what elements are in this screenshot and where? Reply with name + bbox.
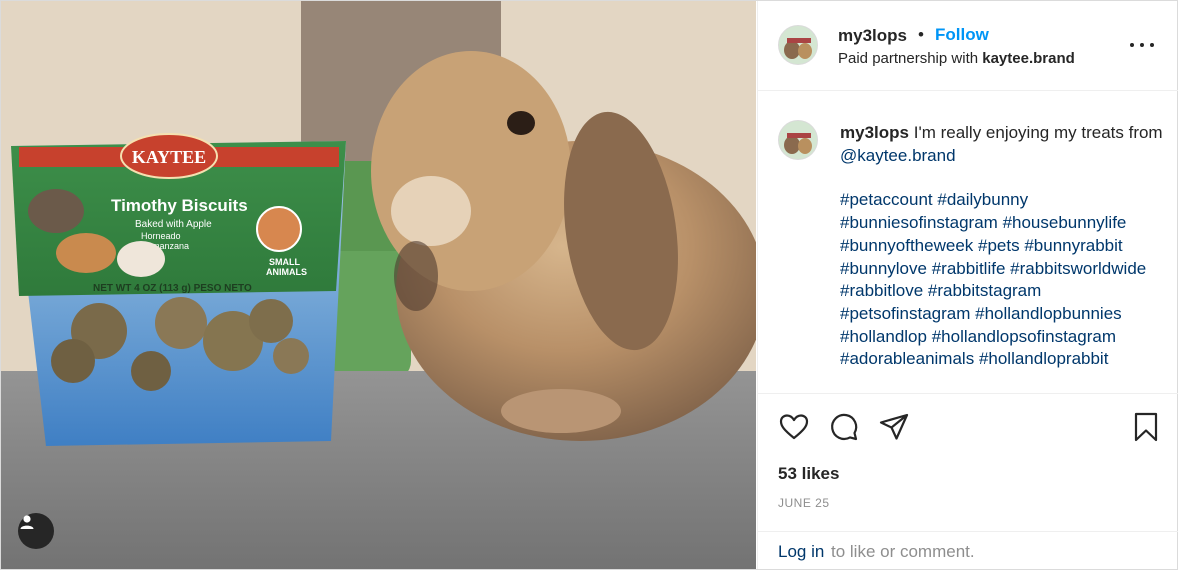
post-username[interactable]: my3lops <box>838 26 907 46</box>
treat-bag: KAYTEE Timothy Biscuits Baked with Apple… <box>11 133 346 446</box>
hashtag-link[interactable]: #bunnylove <box>840 259 927 278</box>
hashtag-link[interactable]: #hollandlopbunnies <box>975 304 1122 323</box>
user-tags-button[interactable] <box>18 513 54 549</box>
hashtag-link[interactable]: #rabbitlove <box>840 281 923 300</box>
hashtag-link[interactable]: #pets <box>978 236 1020 255</box>
post-caption: my3lops I'm really enjoying my treats fr… <box>758 92 1178 392</box>
login-prompt: Log in to like or comment. <box>758 531 1178 569</box>
user-tags-icon <box>20 515 34 529</box>
avatar[interactable] <box>778 25 818 65</box>
caption-avatar-image <box>779 121 817 159</box>
more-options-icon[interactable] <box>1128 35 1156 55</box>
post-photo[interactable]: KAYTEE Timothy Biscuits Baked with Apple… <box>1 1 756 569</box>
caption-avatar[interactable] <box>778 120 818 160</box>
bag-product-sub-es1: Horneado <box>141 231 181 241</box>
hashtag-link[interactable]: #rabbitsworldwide <box>1010 259 1146 278</box>
hashtag-link[interactable]: #hollandloprabbit <box>979 349 1109 368</box>
hashtag-link[interactable]: #rabbitstagram <box>928 281 1041 300</box>
hashtag-link[interactable]: #adorableanimals <box>840 349 974 368</box>
photo-scene: KAYTEE Timothy Biscuits Baked with Apple… <box>1 1 756 569</box>
bag-animals-text: ANIMALS <box>266 267 307 277</box>
caption-mention[interactable]: @kaytee.brand <box>840 146 956 165</box>
post-actions: 53 likes JUNE 25 <box>758 393 1178 533</box>
hashtag-link[interactable]: #bunnyrabbit <box>1024 236 1122 255</box>
login-prompt-text: to like or comment. <box>831 542 975 561</box>
follow-button[interactable]: Follow <box>935 25 989 45</box>
hashtag-link[interactable]: #hollandlop <box>840 327 927 346</box>
bookmark-icon[interactable] <box>1130 411 1162 443</box>
partner-link[interactable]: kaytee.brand <box>982 50 1075 67</box>
post-date: JUNE 25 <box>778 496 830 510</box>
avatar-image <box>779 26 817 64</box>
hashtag-link[interactable]: #rabbitlife <box>932 259 1006 278</box>
hashtag-list: #petaccount #dailybunny #bunniesofinstag… <box>840 189 1165 371</box>
hashtag-link[interactable]: #bunniesofinstagram <box>840 213 998 232</box>
hashtag-link[interactable]: #hollandlopsofinstagram <box>932 327 1116 346</box>
bag-product-sub: Baked with Apple <box>135 219 212 230</box>
login-link[interactable]: Log in <box>778 542 824 562</box>
caption-body: I'm really enjoying my treats from <box>913 123 1163 142</box>
comment-icon[interactable] <box>828 411 860 443</box>
separator-dot: • <box>918 25 924 44</box>
hashtag-link[interactable]: #petaccount <box>840 190 933 209</box>
heart-icon[interactable] <box>778 411 810 443</box>
bag-product-name: Timothy Biscuits <box>111 196 248 215</box>
partnership-prefix: Paid partnership with <box>838 50 979 67</box>
caption-username[interactable]: my3lops <box>840 123 909 142</box>
hashtag-link[interactable]: #housebunnylife <box>1003 213 1127 232</box>
instagram-post: KAYTEE Timothy Biscuits Baked with Apple… <box>0 0 1178 570</box>
hashtag-link[interactable]: #petsofinstagram <box>840 304 970 323</box>
hashtag-link[interactable]: #bunnyoftheweek <box>840 236 973 255</box>
bag-net-weight: NET WT 4 OZ (113 g) PESO NETO <box>93 283 252 294</box>
bag-small-text: SMALL <box>269 257 300 267</box>
like-count[interactable]: 53 likes <box>778 464 839 484</box>
hashtag-link[interactable]: #dailybunny <box>937 190 1028 209</box>
post-side-panel: my3lops • Follow Paid partnership with k… <box>757 1 1178 569</box>
bag-brand-text: KAYTEE <box>132 147 206 167</box>
share-icon[interactable] <box>878 411 910 443</box>
paid-partnership-label: Paid partnership with kaytee.brand <box>838 50 1075 67</box>
caption-text: my3lops I'm really enjoying my treats fr… <box>840 122 1165 371</box>
post-header: my3lops • Follow Paid partnership with k… <box>758 1 1178 91</box>
